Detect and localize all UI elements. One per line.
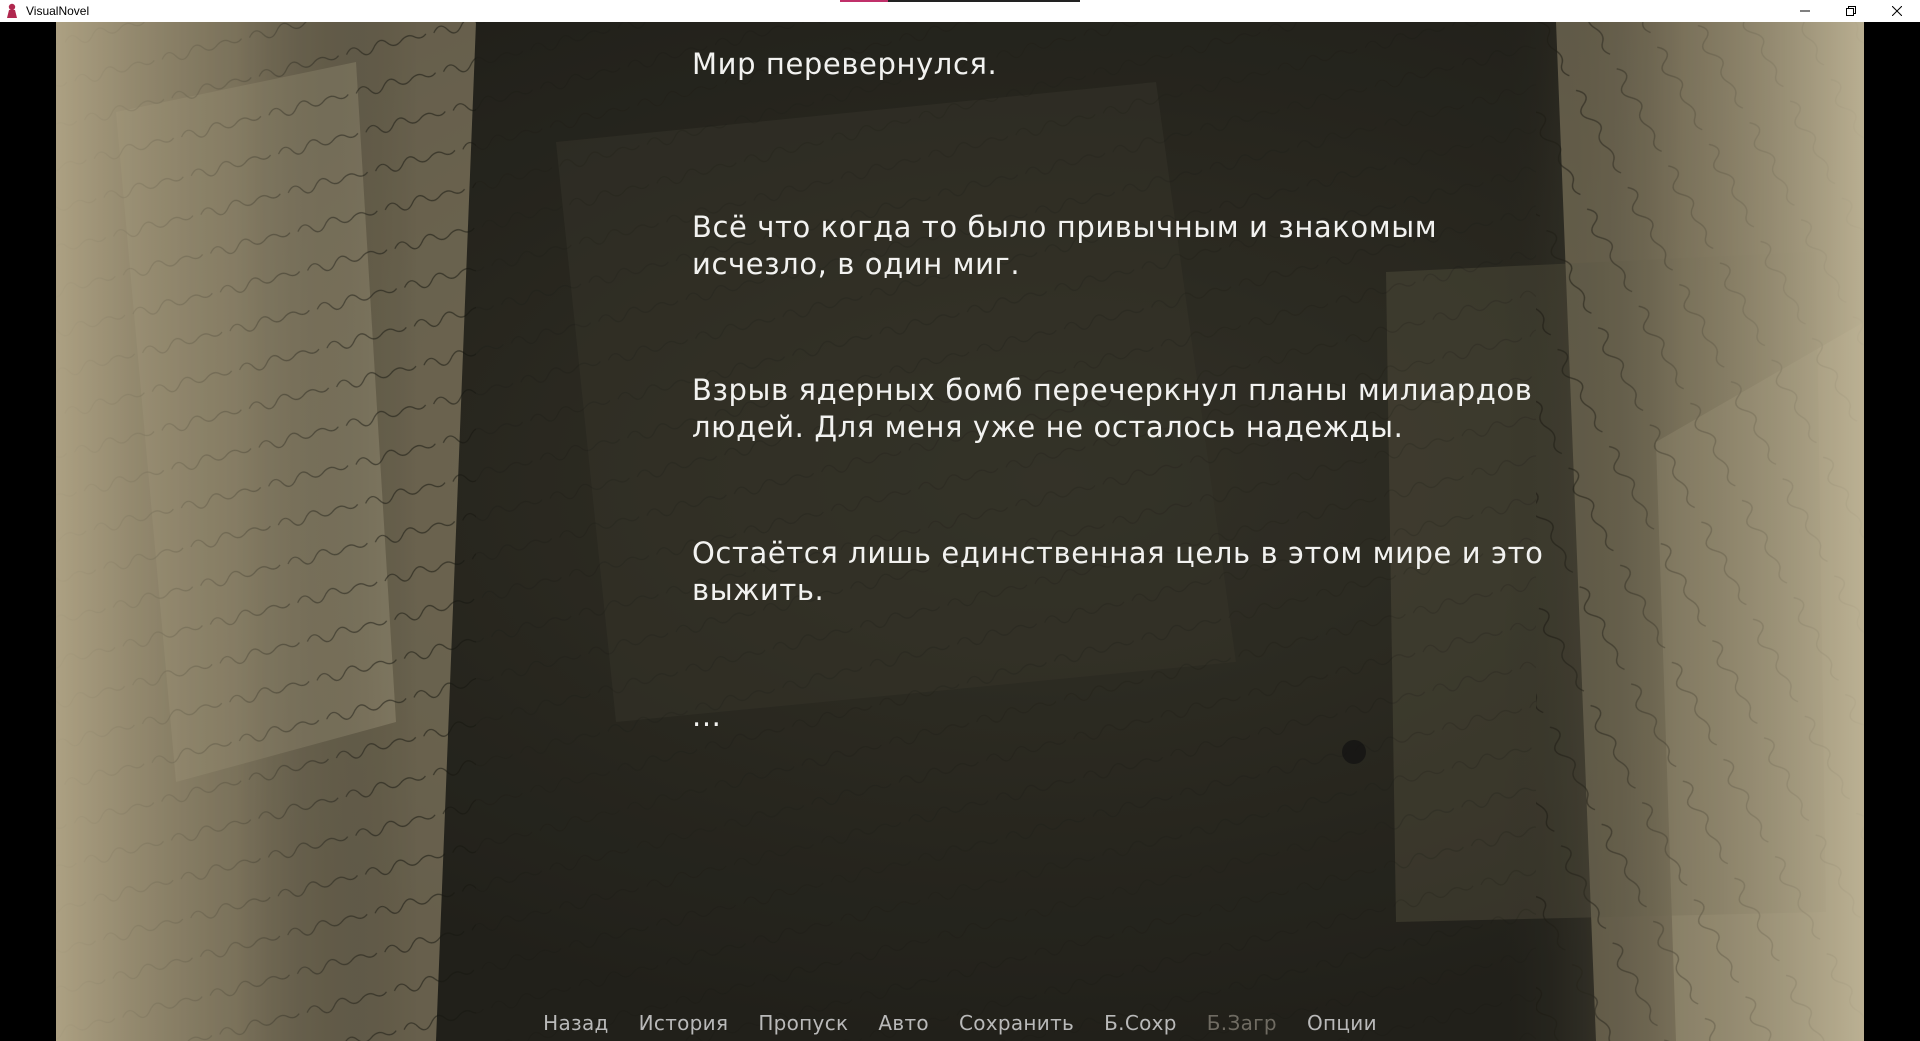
game-viewport[interactable]: Мир перевернулся. Всё что когда то было … [56,22,1864,1041]
window-controls [1782,0,1920,22]
narration-continue-ellipsis: ... [692,699,722,733]
history-button[interactable]: История [639,1011,729,1035]
quick-menu: Назад История Пропуск Авто Сохранить Б.С… [56,1005,1864,1041]
narration-paragraph: Всё что когда то было привычным и знаком… [692,210,1438,281]
minimize-button[interactable] [1782,0,1828,22]
old-letters-background [56,22,1864,1041]
window-titlebar[interactable]: VisualNovel [0,0,1920,22]
options-button[interactable]: Опции [1307,1011,1377,1035]
close-icon [1892,6,1902,16]
title-progress-strip [840,0,1080,2]
back-button[interactable]: Назад [543,1011,609,1035]
narration-paragraph: Мир перевернулся. [692,47,998,81]
skip-button[interactable]: Пропуск [758,1011,848,1035]
quick-load-button[interactable]: Б.Загр [1207,1011,1277,1035]
save-button[interactable]: Сохранить [959,1011,1074,1035]
window-title: VisualNovel [26,4,90,18]
quick-save-button[interactable]: Б.Сохр [1104,1011,1177,1035]
minimize-icon [1800,10,1810,12]
title-progress-accent [840,0,888,2]
restore-button[interactable] [1828,0,1874,22]
narration-paragraph: Остаётся лишь единственная цель в этом м… [692,536,1544,607]
app-icon [4,3,20,19]
restore-icon [1846,6,1856,16]
auto-button[interactable]: Авто [878,1011,929,1035]
narration-paragraph: Взрыв ядерных бомб перечеркнул планы мил… [692,373,1533,444]
close-button[interactable] [1874,0,1920,22]
